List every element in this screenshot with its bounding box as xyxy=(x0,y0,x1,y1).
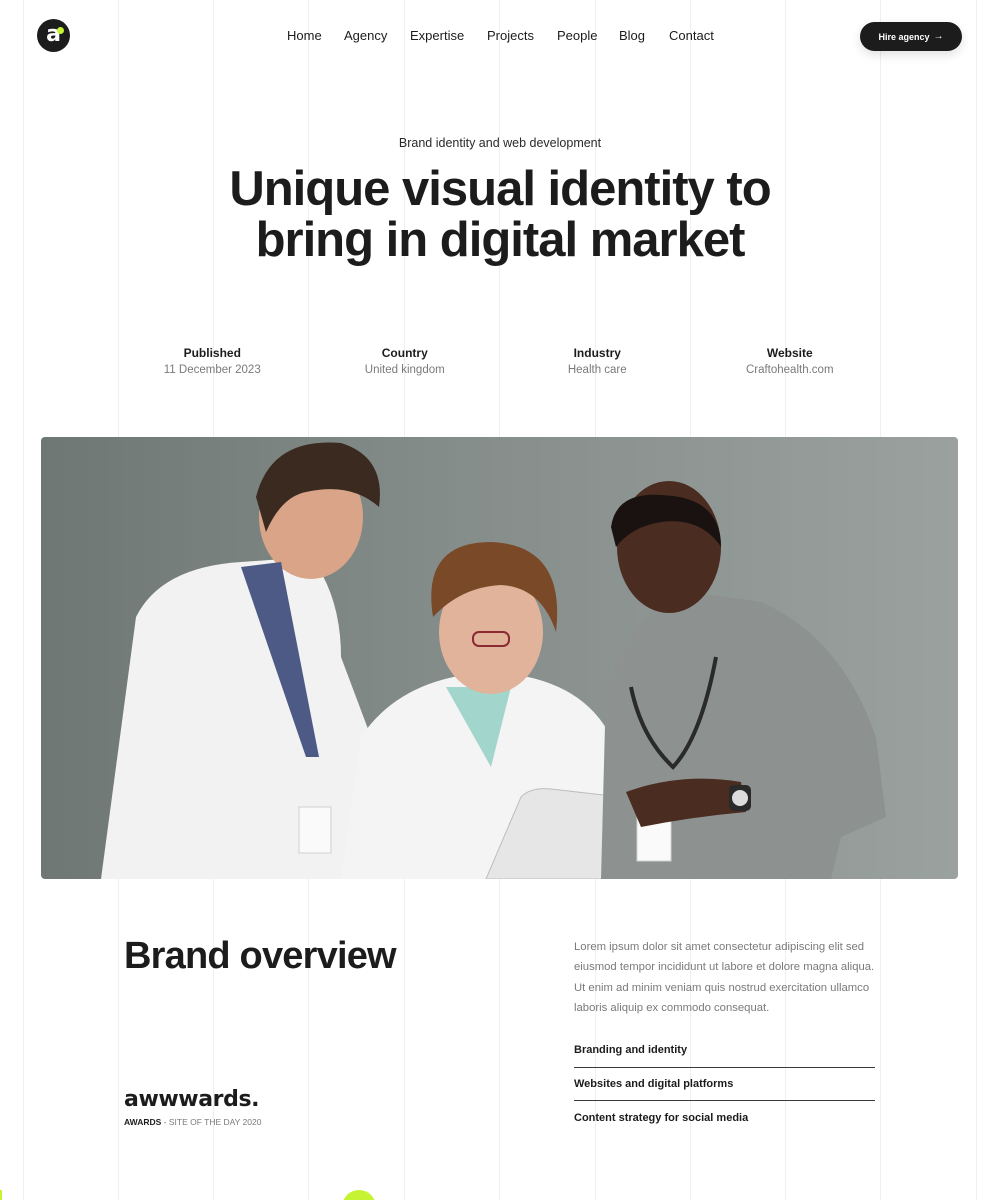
logo-letter: a xyxy=(46,22,61,47)
photo-illustration xyxy=(101,442,886,879)
service-item[interactable]: Websites and digital platforms xyxy=(574,1068,875,1101)
main-nav: Home Agency Expertise Projects People Bl… xyxy=(287,28,719,44)
nav-expertise[interactable]: Expertise xyxy=(410,28,487,44)
nav-people[interactable]: People xyxy=(557,28,619,44)
brand-overview-title: Brand overview xyxy=(124,935,397,977)
brand-overview-text: Lorem ipsum dolor sit amet consectetur a… xyxy=(574,941,875,1014)
service-item[interactable]: Content strategy for social media xyxy=(574,1101,875,1135)
meta-label: Country xyxy=(381,346,428,360)
nav-agency[interactable]: Agency xyxy=(344,28,410,44)
meta-value: United kingdom xyxy=(364,364,445,376)
arrow-right-icon: → xyxy=(933,31,944,42)
project-meta: Published 11 December 2023 Country Unite… xyxy=(116,345,886,378)
awwwards-logo: awwwards. xyxy=(124,1087,260,1112)
meta-label: Published xyxy=(183,346,241,360)
nav-contact[interactable]: Contact xyxy=(669,28,719,44)
hire-agency-label: Hire agency xyxy=(878,31,930,42)
hire-agency-button[interactable]: Hire agency → xyxy=(860,22,962,51)
award-caption-detail: - SITE OF THE DAY 2020 xyxy=(161,1117,262,1127)
decorative-lime-circle xyxy=(342,1190,376,1200)
hero-title: Unique visual identity to bring in digit… xyxy=(150,164,850,266)
agency-logo[interactable]: a xyxy=(37,19,70,52)
meta-label: Industry xyxy=(573,346,621,360)
award-caption-label: AWARDS xyxy=(124,1117,162,1127)
meta-published: Published 11 December 2023 xyxy=(116,345,309,378)
meta-industry: Industry Health care xyxy=(501,345,694,378)
logo-accent-dot xyxy=(57,27,64,34)
service-item[interactable]: Branding and identity xyxy=(574,1034,875,1068)
meta-label: Website xyxy=(766,346,813,360)
hero-title-line-1: Unique visual identity to xyxy=(229,162,771,216)
hero-photo-doctors xyxy=(41,437,958,879)
hero-title-line-2: bring in digital market xyxy=(255,213,746,267)
meta-value: 11 December 2023 xyxy=(163,364,261,376)
nav-blog[interactable]: Blog xyxy=(619,28,669,44)
nav-home[interactable]: Home xyxy=(287,28,344,44)
award-caption: AWARDS - SITE OF THE DAY 2020 xyxy=(124,1117,261,1127)
decorative-lime-edge xyxy=(0,1190,2,1200)
site-header: a Home Agency Expertise Projects People … xyxy=(0,0,1000,72)
hero-eyebrow: Brand identity and web development xyxy=(398,136,602,150)
meta-value: Craftohealth.com xyxy=(745,364,834,376)
services-list: Branding and identity Websites and digit… xyxy=(574,1034,875,1135)
meta-country: Country United kingdom xyxy=(309,345,502,378)
meta-website: Website Craftohealth.com xyxy=(694,345,887,378)
meta-value: Health care xyxy=(567,364,627,376)
nav-projects[interactable]: Projects xyxy=(487,28,557,44)
